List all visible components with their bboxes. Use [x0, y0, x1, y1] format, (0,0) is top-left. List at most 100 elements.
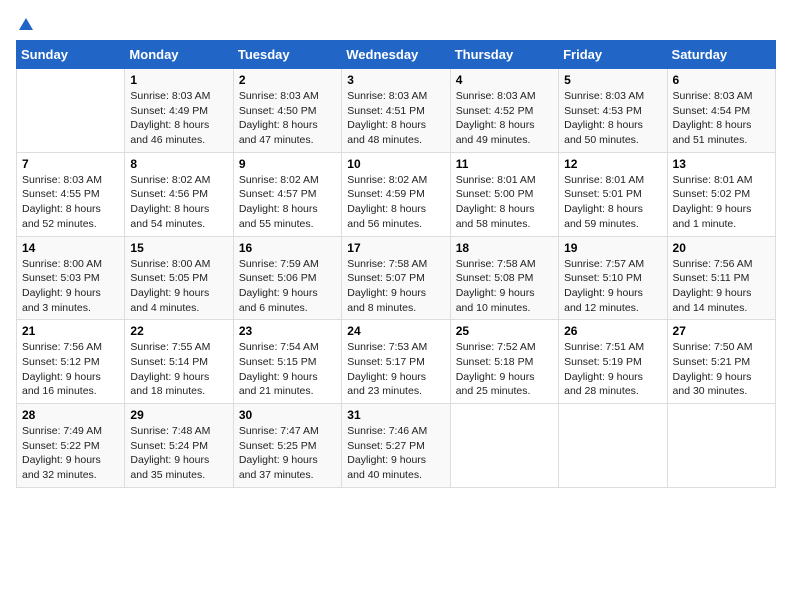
day-info: Sunrise: 8:02 AM Sunset: 4:59 PM Dayligh…	[347, 173, 444, 232]
day-info: Sunrise: 7:59 AM Sunset: 5:06 PM Dayligh…	[239, 257, 336, 316]
calendar-cell: 13Sunrise: 8:01 AM Sunset: 5:02 PM Dayli…	[667, 152, 775, 236]
day-info: Sunrise: 8:03 AM Sunset: 4:55 PM Dayligh…	[22, 173, 119, 232]
calendar-cell: 24Sunrise: 7:53 AM Sunset: 5:17 PM Dayli…	[342, 320, 450, 404]
day-number: 9	[239, 157, 336, 171]
day-number: 26	[564, 324, 661, 338]
calendar-cell: 1 Sunrise: 8:03 AM Sunset: 4:49 PM Daylig…	[125, 69, 233, 153]
calendar-cell: 30 Sunrise: 7:47 AM Sunset: 5:25 PM Dayli…	[233, 404, 341, 488]
weekday-header-thursday: Thursday	[450, 41, 558, 69]
calendar-cell: 14 Sunrise: 8:00 AM Sunset: 5:03 PM Dayli…	[17, 236, 125, 320]
day-info: Sunrise: 8:01 AM Sunset: 5:00 PM Dayligh…	[456, 173, 553, 232]
day-info: Sunrise: 7:49 AM Sunset: 5:22 PM Dayligh…	[22, 424, 119, 483]
calendar-table: SundayMondayTuesdayWednesdayThursdayFrid…	[16, 40, 776, 488]
day-info: Sunrise: 8:03 AM Sunset: 4:49 PM Dayligh…	[130, 89, 227, 148]
day-number: 7	[22, 157, 119, 171]
day-info: Sunrise: 7:55 AM Sunset: 5:14 PM Dayligh…	[130, 340, 227, 399]
calendar-cell: 25 Sunrise: 7:52 AM Sunset: 5:18 PM Dayli…	[450, 320, 558, 404]
calendar-cell: 4 Sunrise: 8:03 AM Sunset: 4:52 PM Daylig…	[450, 69, 558, 153]
weekday-header-friday: Friday	[559, 41, 667, 69]
calendar-week-row: 1 Sunrise: 8:03 AM Sunset: 4:49 PM Daylig…	[17, 69, 776, 153]
calendar-week-row: 14 Sunrise: 8:00 AM Sunset: 5:03 PM Dayli…	[17, 236, 776, 320]
calendar-cell: 18 Sunrise: 7:58 AM Sunset: 5:08 PM Dayli…	[450, 236, 558, 320]
day-number: 11	[456, 157, 553, 171]
calendar-cell: 3 Sunrise: 8:03 AM Sunset: 4:51 PM Daylig…	[342, 69, 450, 153]
calendar-cell	[450, 404, 558, 488]
day-number: 21	[22, 324, 119, 338]
calendar-cell: 11 Sunrise: 8:01 AM Sunset: 5:00 PM Dayli…	[450, 152, 558, 236]
day-number: 8	[130, 157, 227, 171]
day-info: Sunrise: 7:56 AM Sunset: 5:12 PM Dayligh…	[22, 340, 119, 399]
day-number: 14	[22, 241, 119, 255]
day-number: 30	[239, 408, 336, 422]
day-number: 23	[239, 324, 336, 338]
day-number: 25	[456, 324, 553, 338]
logo	[16, 16, 36, 30]
calendar-week-row: 28 Sunrise: 7:49 AM Sunset: 5:22 PM Dayli…	[17, 404, 776, 488]
logo-icon	[17, 16, 35, 34]
day-number: 18	[456, 241, 553, 255]
calendar-cell: 20 Sunrise: 7:56 AM Sunset: 5:11 PM Dayli…	[667, 236, 775, 320]
weekday-header-saturday: Saturday	[667, 41, 775, 69]
day-number: 28	[22, 408, 119, 422]
calendar-cell: 6 Sunrise: 8:03 AM Sunset: 4:54 PM Daylig…	[667, 69, 775, 153]
calendar-cell: 27 Sunrise: 7:50 AM Sunset: 5:21 PM Dayli…	[667, 320, 775, 404]
weekday-header-tuesday: Tuesday	[233, 41, 341, 69]
day-info: Sunrise: 7:52 AM Sunset: 5:18 PM Dayligh…	[456, 340, 553, 399]
day-info: Sunrise: 7:47 AM Sunset: 5:25 PM Dayligh…	[239, 424, 336, 483]
calendar-cell: 22 Sunrise: 7:55 AM Sunset: 5:14 PM Dayli…	[125, 320, 233, 404]
calendar-cell	[559, 404, 667, 488]
calendar-cell: 10 Sunrise: 8:02 AM Sunset: 4:59 PM Dayli…	[342, 152, 450, 236]
day-number: 3	[347, 73, 444, 87]
day-number: 31	[347, 408, 444, 422]
day-number: 17	[347, 241, 444, 255]
page-header	[16, 16, 776, 30]
day-number: 6	[673, 73, 770, 87]
day-number: 1	[130, 73, 227, 87]
calendar-cell: 21 Sunrise: 7:56 AM Sunset: 5:12 PM Dayli…	[17, 320, 125, 404]
day-info: Sunrise: 8:00 AM Sunset: 5:03 PM Dayligh…	[22, 257, 119, 316]
calendar-cell: 23Sunrise: 7:54 AM Sunset: 5:15 PM Dayli…	[233, 320, 341, 404]
calendar-cell: 17 Sunrise: 7:58 AM Sunset: 5:07 PM Dayli…	[342, 236, 450, 320]
day-number: 10	[347, 157, 444, 171]
day-info: Sunrise: 8:02 AM Sunset: 4:56 PM Dayligh…	[130, 173, 227, 232]
day-info: Sunrise: 8:01 AM Sunset: 5:01 PM Dayligh…	[564, 173, 661, 232]
weekday-header-wednesday: Wednesday	[342, 41, 450, 69]
calendar-cell: 9Sunrise: 8:02 AM Sunset: 4:57 PM Daylig…	[233, 152, 341, 236]
day-number: 12	[564, 157, 661, 171]
day-number: 22	[130, 324, 227, 338]
day-info: Sunrise: 8:03 AM Sunset: 4:51 PM Dayligh…	[347, 89, 444, 148]
calendar-cell: 15Sunrise: 8:00 AM Sunset: 5:05 PM Dayli…	[125, 236, 233, 320]
day-info: Sunrise: 7:58 AM Sunset: 5:08 PM Dayligh…	[456, 257, 553, 316]
calendar-cell: 12 Sunrise: 8:01 AM Sunset: 5:01 PM Dayli…	[559, 152, 667, 236]
weekday-header-row: SundayMondayTuesdayWednesdayThursdayFrid…	[17, 41, 776, 69]
calendar-cell: 2Sunrise: 8:03 AM Sunset: 4:50 PM Daylig…	[233, 69, 341, 153]
calendar-cell: 5Sunrise: 8:03 AM Sunset: 4:53 PM Daylig…	[559, 69, 667, 153]
day-info: Sunrise: 7:48 AM Sunset: 5:24 PM Dayligh…	[130, 424, 227, 483]
day-info: Sunrise: 7:50 AM Sunset: 5:21 PM Dayligh…	[673, 340, 770, 399]
weekday-header-monday: Monday	[125, 41, 233, 69]
day-info: Sunrise: 7:56 AM Sunset: 5:11 PM Dayligh…	[673, 257, 770, 316]
calendar-cell: 28 Sunrise: 7:49 AM Sunset: 5:22 PM Dayli…	[17, 404, 125, 488]
day-number: 2	[239, 73, 336, 87]
day-number: 4	[456, 73, 553, 87]
day-info: Sunrise: 8:03 AM Sunset: 4:53 PM Dayligh…	[564, 89, 661, 148]
calendar-cell	[17, 69, 125, 153]
day-number: 19	[564, 241, 661, 255]
calendar-cell: 26Sunrise: 7:51 AM Sunset: 5:19 PM Dayli…	[559, 320, 667, 404]
calendar-week-row: 7 Sunrise: 8:03 AM Sunset: 4:55 PM Daylig…	[17, 152, 776, 236]
day-number: 27	[673, 324, 770, 338]
weekday-header-sunday: Sunday	[17, 41, 125, 69]
day-number: 20	[673, 241, 770, 255]
day-info: Sunrise: 8:03 AM Sunset: 4:52 PM Dayligh…	[456, 89, 553, 148]
day-info: Sunrise: 7:46 AM Sunset: 5:27 PM Dayligh…	[347, 424, 444, 483]
day-info: Sunrise: 8:03 AM Sunset: 4:54 PM Dayligh…	[673, 89, 770, 148]
calendar-cell: 31 Sunrise: 7:46 AM Sunset: 5:27 PM Dayli…	[342, 404, 450, 488]
day-info: Sunrise: 7:58 AM Sunset: 5:07 PM Dayligh…	[347, 257, 444, 316]
day-info: Sunrise: 8:01 AM Sunset: 5:02 PM Dayligh…	[673, 173, 770, 232]
calendar-week-row: 21 Sunrise: 7:56 AM Sunset: 5:12 PM Dayli…	[17, 320, 776, 404]
day-number: 24	[347, 324, 444, 338]
calendar-cell: 19Sunrise: 7:57 AM Sunset: 5:10 PM Dayli…	[559, 236, 667, 320]
calendar-cell	[667, 404, 775, 488]
day-number: 29	[130, 408, 227, 422]
calendar-cell: 7 Sunrise: 8:03 AM Sunset: 4:55 PM Daylig…	[17, 152, 125, 236]
